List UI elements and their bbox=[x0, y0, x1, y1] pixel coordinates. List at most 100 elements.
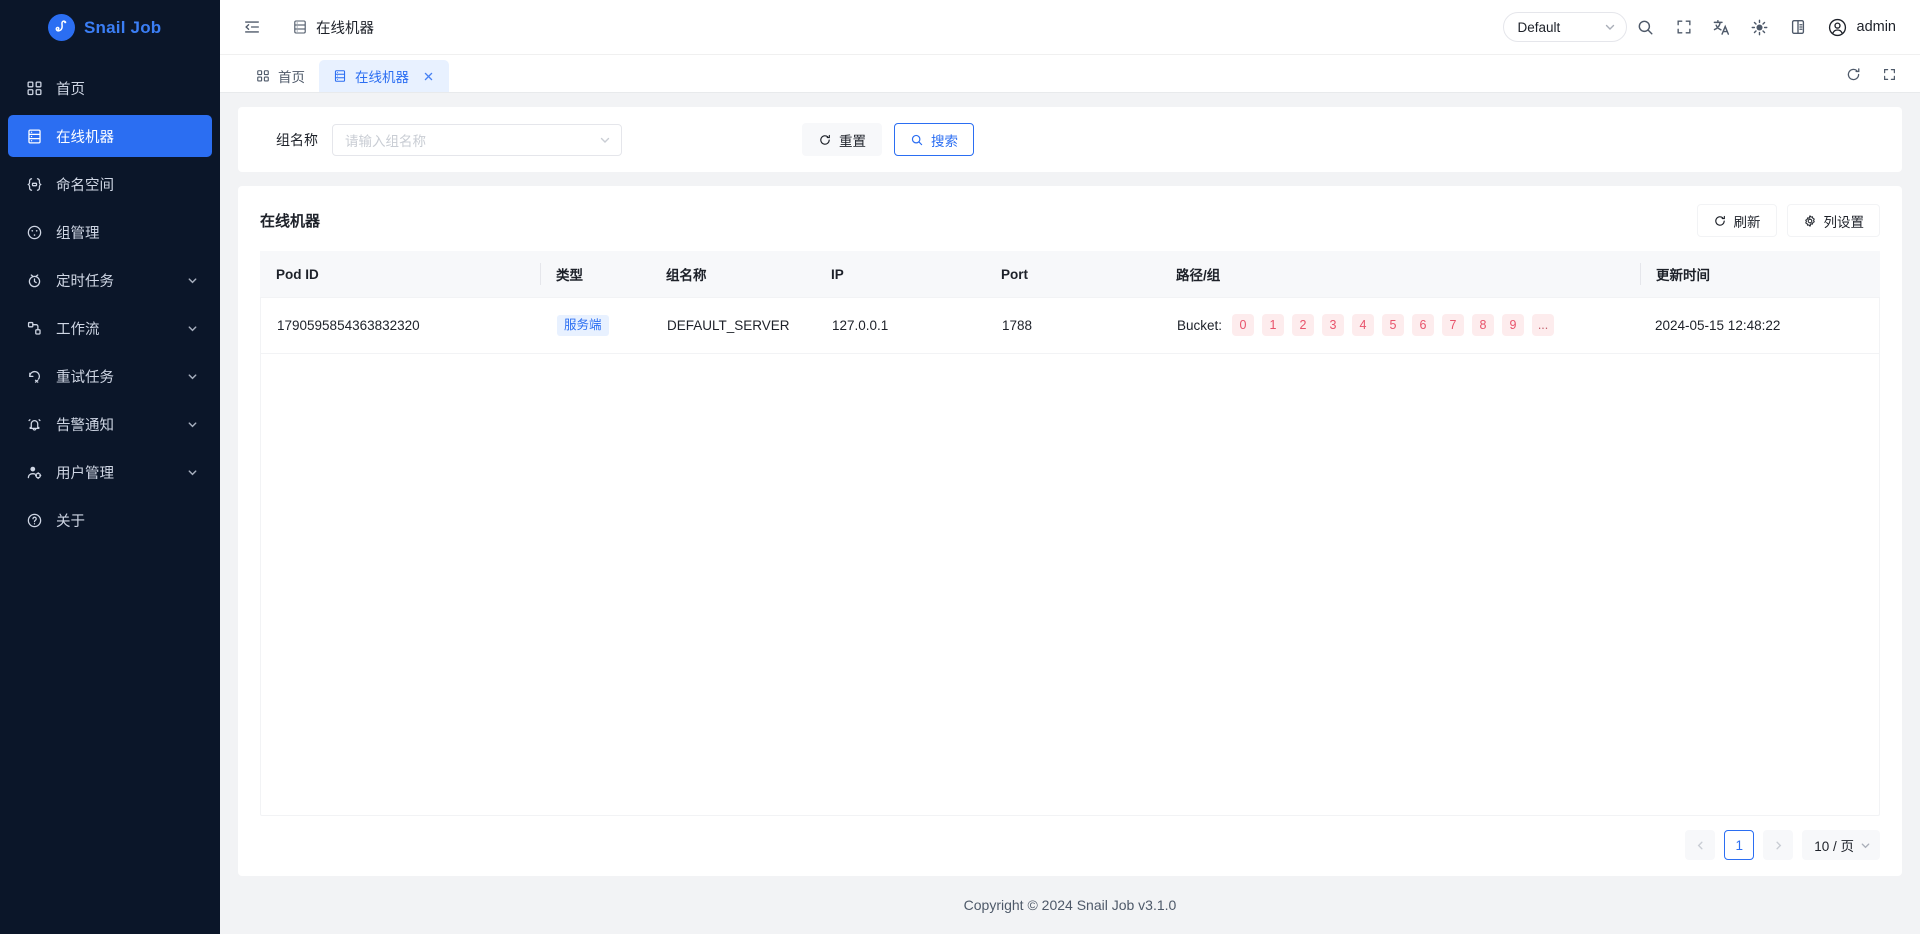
brand[interactable]: Snail Job bbox=[0, 0, 220, 55]
top-header: 在线机器 Default admin bbox=[220, 0, 1920, 55]
column-header-pod-id: Pod ID bbox=[260, 251, 540, 298]
cell-port: 1788 bbox=[986, 298, 1161, 354]
column-header-path-group: 路径/组 bbox=[1160, 251, 1640, 298]
bucket-more-tag[interactable]: ... bbox=[1532, 314, 1555, 337]
reset-button[interactable]: 重置 bbox=[802, 123, 882, 156]
column-header-group-name: 组名称 bbox=[650, 251, 815, 298]
pagination-prev-button[interactable] bbox=[1685, 830, 1716, 860]
sidebar-item-group-manage[interactable]: 组管理 bbox=[8, 211, 212, 253]
snail-logo-icon bbox=[48, 14, 75, 41]
server-icon bbox=[292, 19, 308, 35]
close-icon[interactable] bbox=[421, 69, 435, 83]
chevron-right-icon bbox=[1773, 840, 1784, 851]
bucket-tag[interactable]: 9 bbox=[1502, 314, 1525, 337]
bucket-tag[interactable]: 2 bbox=[1292, 314, 1315, 337]
theme-sun-icon[interactable] bbox=[1741, 10, 1779, 44]
chevron-left-icon bbox=[1695, 840, 1706, 851]
user-menu[interactable]: admin bbox=[1827, 17, 1897, 38]
tab-label: 首页 bbox=[278, 70, 305, 85]
sidebar-item-online-machines[interactable]: 在线机器 bbox=[8, 115, 212, 157]
status-badge: 服务端 bbox=[557, 314, 609, 336]
tab-online-machines[interactable]: 在线机器 bbox=[319, 60, 449, 92]
fullscreen-icon[interactable] bbox=[1665, 10, 1703, 44]
server-icon bbox=[333, 69, 347, 83]
search-icon[interactable] bbox=[1627, 10, 1665, 44]
pagination: 1 10 / 页 bbox=[238, 816, 1902, 876]
sidebar-item-about[interactable]: 关于 bbox=[8, 499, 212, 541]
tab-home[interactable]: 首页 bbox=[242, 60, 319, 92]
sidebar-item-scheduled-tasks[interactable]: 定时任务 bbox=[8, 259, 212, 301]
pagination-page-1[interactable]: 1 bbox=[1724, 830, 1755, 860]
cell-ip: 127.0.0.1 bbox=[816, 298, 986, 354]
group-name-input[interactable]: 请输入组名称 bbox=[332, 123, 622, 156]
search-panel: 组名称 请输入组名称 重置 搜索 bbox=[238, 107, 1902, 172]
translate-icon[interactable] bbox=[1703, 10, 1741, 44]
page-content: 组名称 请输入组名称 重置 搜索 在线机器 刷新 列设置 Pod ID 类型 组… bbox=[220, 93, 1920, 934]
sidebar-item-label: 在线机器 bbox=[56, 129, 114, 146]
sidebar-item-namespace[interactable]: 命名空间 bbox=[8, 163, 212, 205]
bell-icon bbox=[24, 414, 44, 434]
sidebar-menu: 首页 在线机器 命名空间 组管理 定时任务 工作流 重试任务 告警通知 用户管理… bbox=[0, 67, 220, 547]
bucket-label: Bucket: bbox=[1177, 317, 1223, 333]
user-name: admin bbox=[1856, 19, 1897, 35]
tab-label: 在线机器 bbox=[355, 70, 409, 85]
column-header-ip: IP bbox=[815, 251, 985, 298]
bucket-tag[interactable]: 1 bbox=[1262, 314, 1285, 337]
sidebar-item-user-manage[interactable]: 用户管理 bbox=[8, 451, 212, 493]
cell-type: 服务端 bbox=[541, 298, 651, 354]
refresh-icon bbox=[1713, 214, 1727, 228]
user-settings-icon bbox=[24, 462, 44, 482]
table-panel: 在线机器 刷新 列设置 Pod ID 类型 组名称 IP Port 路径/组 更… bbox=[238, 186, 1902, 876]
group-name-label: 组名称 bbox=[276, 131, 318, 148]
sidebar-item-label: 工作流 bbox=[56, 321, 100, 338]
layout-settings-icon[interactable] bbox=[1779, 10, 1817, 44]
chevron-down-icon bbox=[1604, 21, 1616, 33]
bucket-tag[interactable]: 5 bbox=[1382, 314, 1405, 337]
bucket-tag[interactable]: 4 bbox=[1352, 314, 1375, 337]
column-settings-label: 列设置 bbox=[1823, 214, 1865, 230]
search-icon bbox=[910, 133, 924, 147]
refresh-button-label: 刷新 bbox=[1733, 214, 1761, 230]
app-root: Snail Job 首页 在线机器 命名空间 组管理 定时任务 工作流 重试任务… bbox=[0, 0, 1920, 934]
table-head-row: Pod ID 类型 组名称 IP Port 路径/组 更新时间 bbox=[260, 251, 1880, 298]
sidebar-item-label: 用户管理 bbox=[56, 465, 114, 482]
menu-collapse-icon[interactable] bbox=[238, 13, 266, 41]
copyright-text: Copyright © 2024 Snail Job v3.1.0 bbox=[963, 897, 1177, 913]
search-button[interactable]: 搜索 bbox=[894, 123, 974, 156]
cell-update-time: 2024-05-15 12:48:22 bbox=[1639, 298, 1879, 354]
breadcrumb: 在线机器 bbox=[292, 17, 374, 38]
main-area: 在线机器 Default admin 首页 在线机器 组名称 请输入组名称 重置… bbox=[220, 0, 1920, 934]
sidebar-item-workflow[interactable]: 工作流 bbox=[8, 307, 212, 349]
reload-icon[interactable] bbox=[1840, 61, 1866, 87]
sidebar-item-retry-tasks[interactable]: 重试任务 bbox=[8, 355, 212, 397]
refresh-button[interactable]: 刷新 bbox=[1696, 204, 1777, 237]
breadcrumb-label: 在线机器 bbox=[316, 20, 374, 37]
sidebar-item-home[interactable]: 首页 bbox=[8, 67, 212, 109]
sidebar: Snail Job 首页 在线机器 命名空间 组管理 定时任务 工作流 重试任务… bbox=[0, 0, 220, 934]
page-size-select[interactable]: 10 / 页 bbox=[1802, 830, 1880, 860]
table-row[interactable]: 1790595854363832320 服务端 DEFAULT_SERVER 1… bbox=[261, 298, 1879, 354]
table-title: 在线机器 bbox=[260, 213, 321, 230]
bucket-tag[interactable]: 3 bbox=[1322, 314, 1345, 337]
bucket-list: Bucket: 0 1 2 3 4 5 6 7 8 9 ... bbox=[1177, 314, 1623, 337]
chevron-down-icon bbox=[186, 274, 198, 286]
chevron-down-icon bbox=[599, 134, 611, 146]
fullscreen-icon[interactable] bbox=[1876, 61, 1902, 87]
search-actions: 重置 搜索 bbox=[802, 123, 974, 156]
bucket-tag[interactable]: 6 bbox=[1412, 314, 1435, 337]
gear-icon bbox=[1803, 214, 1817, 228]
cell-pod-id: 1790595854363832320 bbox=[261, 298, 541, 354]
bucket-tag[interactable]: 0 bbox=[1232, 314, 1255, 337]
question-circle-icon bbox=[24, 510, 44, 530]
theme-select[interactable]: Default bbox=[1502, 12, 1627, 42]
online-machines-table-body: 1790595854363832320 服务端 DEFAULT_SERVER 1… bbox=[261, 298, 1879, 354]
sidebar-item-alarm-notification[interactable]: 告警通知 bbox=[8, 403, 212, 445]
bucket-tag[interactable]: 7 bbox=[1442, 314, 1465, 337]
column-settings-button[interactable]: 列设置 bbox=[1786, 204, 1880, 237]
group-name-field: 组名称 请输入组名称 bbox=[258, 123, 622, 156]
bucket-tag[interactable]: 8 bbox=[1472, 314, 1495, 337]
namespace-icon bbox=[24, 174, 44, 194]
tab-bar-actions bbox=[1840, 61, 1902, 92]
group-icon bbox=[24, 222, 44, 242]
pagination-next-button[interactable] bbox=[1763, 830, 1794, 860]
